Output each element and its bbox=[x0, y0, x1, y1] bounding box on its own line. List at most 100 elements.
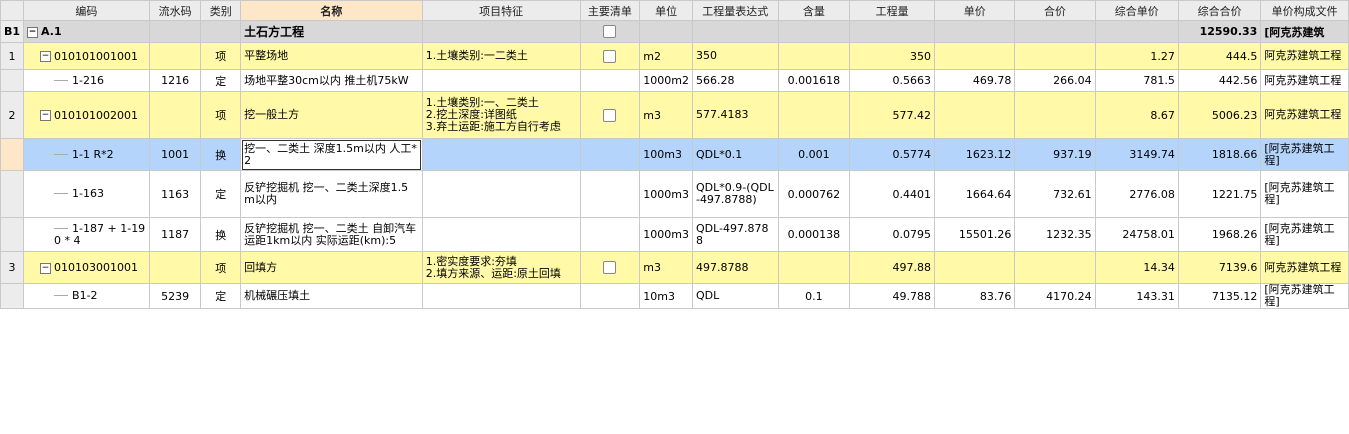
unit-cell[interactable]: m3 bbox=[639, 251, 693, 284]
amount-cell[interactable] bbox=[1014, 91, 1096, 139]
col-header-content[interactable]: 含量 bbox=[777, 0, 851, 21]
code-cell[interactable]: 1-163 bbox=[23, 170, 150, 218]
col-header-composite-total[interactable]: 综合合价 bbox=[1177, 0, 1262, 21]
quantity-cell[interactable]: 0.5774 bbox=[849, 138, 936, 171]
content-cell[interactable]: 0.000138 bbox=[777, 217, 851, 252]
feature-cell[interactable] bbox=[421, 217, 581, 252]
composite-total-cell[interactable]: 5006.23 bbox=[1177, 91, 1262, 139]
feature-cell[interactable]: 1.土壤类别:一、二类土 2.挖土深度:详图纸 3.弃土运距:施工方自行考虑 bbox=[421, 91, 581, 139]
unit-price-cell[interactable] bbox=[934, 42, 1016, 70]
composite-unit-price-cell[interactable]: 8.67 bbox=[1094, 91, 1179, 139]
code-cell[interactable]: −010101001001 bbox=[23, 42, 150, 70]
composite-total-cell[interactable]: 442.56 bbox=[1177, 69, 1262, 92]
main-list-checkbox[interactable] bbox=[603, 261, 617, 275]
amount-cell[interactable]: 1232.35 bbox=[1014, 217, 1096, 252]
feature-cell[interactable]: 1.土壤类别:一二类土 bbox=[421, 42, 581, 70]
list-item-row[interactable]: 2−010101002001 项挖一般土方 1.土壤类别:一、二类土 2.挖土深度:详… bbox=[0, 91, 1349, 139]
col-header-expression[interactable]: 工程量表达式 bbox=[691, 0, 779, 21]
price-file-cell[interactable]: [阿克苏建筑工程] bbox=[1260, 138, 1349, 171]
price-file-cell[interactable]: 阿克苏建筑工程 bbox=[1260, 69, 1349, 92]
code-cell[interactable]: 1-187 + 1-190 * 4 bbox=[23, 217, 150, 252]
name-cell[interactable]: 挖一般土方 bbox=[240, 91, 423, 139]
collapse-icon[interactable]: − bbox=[40, 262, 52, 274]
code-cell[interactable]: 1-216 bbox=[23, 69, 150, 92]
feature-cell[interactable] bbox=[421, 283, 581, 309]
expression-cell[interactable]: 350 bbox=[691, 42, 779, 70]
collapse-icon[interactable]: − bbox=[27, 26, 39, 38]
category-cell[interactable]: 项 bbox=[200, 91, 242, 139]
code-cell[interactable]: − A.1 bbox=[23, 20, 150, 43]
unit-cell[interactable]: 1000m3 bbox=[639, 170, 693, 218]
unit-price-cell[interactable]: 15501.26 bbox=[934, 217, 1016, 252]
col-header-quantity[interactable]: 工程量 bbox=[849, 0, 936, 21]
col-header-code[interactable]: 编码 bbox=[23, 0, 150, 21]
category-cell[interactable]: 定 bbox=[200, 69, 242, 92]
col-header-amount[interactable]: 合价 bbox=[1014, 0, 1096, 21]
col-header-rownum[interactable] bbox=[0, 0, 25, 21]
quota-row[interactable]: 1-163 1163 定反铲挖掘机 挖一、二类土深度1.5m以内 1000m3 QDL*… bbox=[0, 170, 1349, 218]
main-list-cell[interactable] bbox=[579, 42, 641, 70]
serial-cell[interactable]: 1216 bbox=[148, 69, 202, 92]
expression-cell[interactable]: 577.4183 bbox=[691, 91, 779, 139]
code-cell[interactable]: −010101002001 bbox=[23, 91, 150, 139]
content-cell[interactable]: 0.001618 bbox=[777, 69, 851, 92]
price-file-cell[interactable]: [阿克苏建筑工程] bbox=[1260, 170, 1349, 218]
main-list-checkbox[interactable] bbox=[603, 49, 617, 63]
content-cell[interactable] bbox=[777, 251, 851, 284]
quota-row[interactable]: 1-216 1216 定场地平整30cm以内 推土机75kW 1000m2 566.28… bbox=[0, 69, 1349, 92]
section-row[interactable]: B1 − A.1 土石方工程 12590.33 [阿克苏建筑 bbox=[0, 20, 1349, 43]
category-cell[interactable]: 项 bbox=[200, 251, 242, 284]
serial-cell[interactable] bbox=[148, 251, 202, 284]
col-header-unit[interactable]: 单位 bbox=[639, 0, 693, 21]
serial-cell[interactable]: 1187 bbox=[148, 217, 202, 252]
unit-cell[interactable]: 1000m3 bbox=[639, 217, 693, 252]
amount-cell[interactable] bbox=[1014, 42, 1096, 70]
name-cell[interactable]: 反铲挖掘机 挖一、二类土深度1.5m以内 bbox=[240, 170, 423, 218]
code-cell[interactable]: −010103001001 bbox=[23, 251, 150, 284]
composite-total-cell[interactable]: 7139.6 bbox=[1177, 251, 1262, 284]
amount-cell[interactable]: 4170.24 bbox=[1014, 283, 1096, 309]
unit-cell[interactable]: m2 bbox=[639, 42, 693, 70]
name-cell[interactable]: 平整场地 bbox=[240, 42, 423, 70]
feature-cell[interactable] bbox=[421, 138, 581, 171]
content-cell[interactable]: 0.1 bbox=[777, 283, 851, 309]
col-header-price-file[interactable]: 单价构成文件 bbox=[1260, 0, 1349, 21]
composite-unit-price-cell[interactable]: 24758.01 bbox=[1094, 217, 1179, 252]
composite-unit-price-cell[interactable]: 14.34 bbox=[1094, 251, 1179, 284]
quota-row[interactable]: B1-2 5239 定机械碾压填土 10m3 QDL 0.1 49.788 83.76 4170… bbox=[0, 283, 1349, 309]
expression-cell[interactable]: 497.8788 bbox=[691, 251, 779, 284]
quantity-cell[interactable]: 49.788 bbox=[849, 283, 936, 309]
col-header-composite-unit-price[interactable]: 综合单价 bbox=[1094, 0, 1179, 21]
composite-unit-price-cell[interactable]: 1.27 bbox=[1094, 42, 1179, 70]
unit-cell[interactable]: m3 bbox=[639, 91, 693, 139]
price-file-cell[interactable]: 阿克苏建筑工程 bbox=[1260, 91, 1349, 139]
unit-price-cell[interactable]: 1664.64 bbox=[934, 170, 1016, 218]
collapse-icon[interactable]: − bbox=[40, 51, 52, 62]
quota-row[interactable]: 1-1 R*2 1001 换挖一、二类土 深度1.5m以内 人工*2 100m3 QDL… bbox=[0, 138, 1349, 171]
unit-cell[interactable]: 1000m2 bbox=[639, 69, 693, 92]
quantity-cell[interactable]: 577.42 bbox=[849, 91, 936, 139]
unit-price-cell[interactable]: 83.76 bbox=[934, 283, 1016, 309]
feature-cell[interactable] bbox=[421, 69, 581, 92]
expression-cell[interactable]: QDL*0.9-(QDL-497.8788) bbox=[691, 170, 779, 218]
quota-row[interactable]: 1-187 + 1-190 * 4 1187 换反铲挖掘机 挖一、二类土 自卸汽车运… bbox=[0, 217, 1349, 252]
category-cell[interactable]: 定 bbox=[200, 170, 242, 218]
main-list-cell[interactable] bbox=[579, 91, 641, 139]
name-cell[interactable]: 反铲挖掘机 挖一、二类土 自卸汽车运距1km以内 实际运距(km):5 bbox=[240, 217, 423, 252]
col-header-category[interactable]: 类别 bbox=[200, 0, 242, 21]
name-cell[interactable]: 挖一、二类土 深度1.5m以内 人工*2 bbox=[240, 138, 423, 171]
quantity-cell[interactable]: 0.4401 bbox=[849, 170, 936, 218]
composite-unit-price-cell[interactable]: 781.5 bbox=[1094, 69, 1179, 92]
category-cell[interactable]: 换 bbox=[200, 217, 242, 252]
main-list-checkbox[interactable] bbox=[603, 108, 617, 122]
name-cell[interactable]: 场地平整30cm以内 推土机75kW bbox=[240, 69, 423, 92]
price-file-cell[interactable]: 阿克苏建筑工程 bbox=[1260, 251, 1349, 284]
composite-total-cell[interactable]: 1968.26 bbox=[1177, 217, 1262, 252]
price-file-cell[interactable]: 阿克苏建筑工程 bbox=[1260, 42, 1349, 70]
unit-price-cell[interactable]: 1623.12 bbox=[934, 138, 1016, 171]
unit-price-cell[interactable] bbox=[934, 251, 1016, 284]
category-cell[interactable]: 项 bbox=[200, 42, 242, 70]
list-item-row[interactable]: 3−010103001001 项回填方 1.密实度要求:夯填 2.填方来源、运距:原土… bbox=[0, 251, 1349, 284]
serial-cell[interactable]: 1163 bbox=[148, 170, 202, 218]
serial-cell[interactable]: 5239 bbox=[148, 283, 202, 309]
